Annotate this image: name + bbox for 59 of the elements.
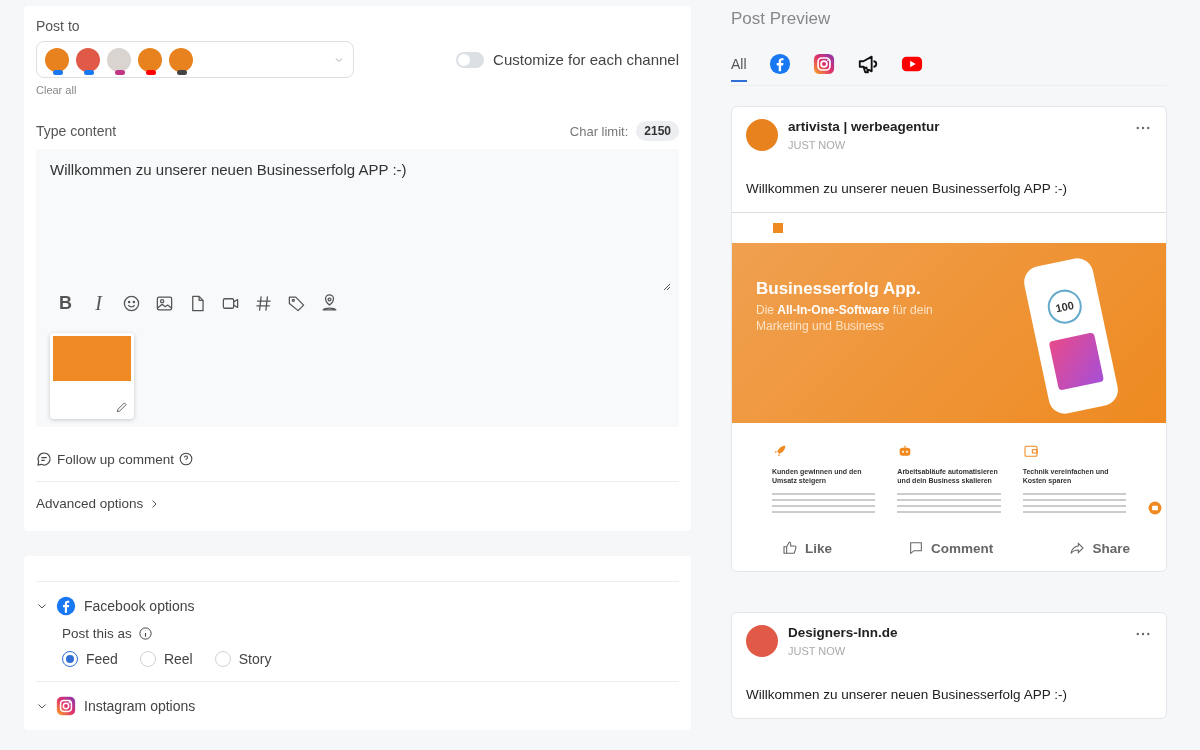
panel-title: Post Preview [731, 9, 832, 29]
channel-avatar[interactable] [169, 47, 193, 72]
emoji-icon[interactable] [122, 294, 141, 313]
image-icon[interactable] [155, 294, 174, 313]
hero-subtitle: Die All-In-One-Software für dein Marketing und Business [756, 303, 934, 335]
instagram-icon[interactable] [812, 53, 835, 75]
share-button[interactable]: Share [1063, 539, 1136, 558]
like-icon [782, 540, 798, 557]
post-time: JUST NOW [788, 645, 847, 658]
facebook-icon[interactable] [56, 596, 76, 616]
post-text: Willkommen zu unserer neuen Businesserfolg APP :-) [745, 686, 1068, 705]
char-limit-badge: 2150 [636, 121, 679, 141]
megaphone-icon[interactable] [856, 53, 879, 75]
info-icon [137, 626, 153, 641]
channel-avatar[interactable] [45, 47, 69, 72]
comment-icon [908, 540, 925, 557]
preview-tab[interactable]: All [731, 50, 747, 82]
post-to-label: Post to [36, 18, 81, 34]
bold-button[interactable]: B [56, 293, 75, 314]
hero-title: Businesserfolg App. [756, 279, 922, 299]
chat-widget-icon [1148, 501, 1162, 516]
like-button[interactable]: Like [776, 539, 838, 558]
channel-avatar[interactable] [138, 47, 162, 72]
post-text: Willkommen zu unserer neuen Businesserfolg APP :-) [745, 180, 1068, 198]
comment-button[interactable]: Comment [902, 539, 1000, 558]
section-title[interactable]: Facebook options [84, 598, 195, 614]
radio-option[interactable]: Story [214, 651, 272, 667]
channel-avatar[interactable] [107, 47, 131, 72]
hashtag-icon[interactable] [254, 294, 273, 313]
author-name: Designers-Inn.de [788, 625, 899, 641]
post-as-label: Post this as [62, 626, 132, 641]
location-pin-icon[interactable] [320, 294, 339, 313]
section-title[interactable]: Instagram options [84, 698, 196, 714]
post-time: JUST NOW [788, 139, 847, 151]
follow-up-comment-label[interactable]: Follow up comment [57, 451, 175, 467]
wallet-icon [1022, 443, 1039, 459]
type-content-label: Type content [36, 123, 117, 139]
facebook-icon[interactable] [768, 53, 791, 75]
char-limit-label: Char limit: [569, 123, 629, 139]
instagram-icon[interactable] [56, 696, 76, 716]
site-logo-icon [772, 222, 784, 234]
author-name: artivista | werbeagentur [788, 119, 941, 134]
editor-panel[interactable]: Willkommen zu unserer neuen Businesserfolg APP :-) B I [36, 149, 679, 427]
toggle-label: Customize for each channel [493, 51, 679, 68]
chat-bubble-icon [36, 451, 52, 467]
channel-avatar[interactable] [76, 47, 100, 72]
radio-option[interactable]: Reel [139, 651, 193, 667]
channel-select[interactable] [36, 41, 354, 78]
share-icon [1069, 540, 1086, 557]
radio-option[interactable]: Feed [62, 651, 118, 667]
tag-icon[interactable] [287, 294, 306, 313]
image-thumbnail[interactable] [50, 333, 134, 419]
advanced-options-link[interactable]: Advanced options [36, 496, 144, 511]
toggle-switch[interactable] [456, 51, 485, 68]
pencil-icon[interactable] [115, 400, 129, 414]
help-icon [179, 452, 194, 466]
clear-all-link[interactable]: Clear all [36, 84, 679, 96]
rocket-icon [772, 443, 788, 459]
italic-button[interactable]: I [89, 292, 108, 315]
